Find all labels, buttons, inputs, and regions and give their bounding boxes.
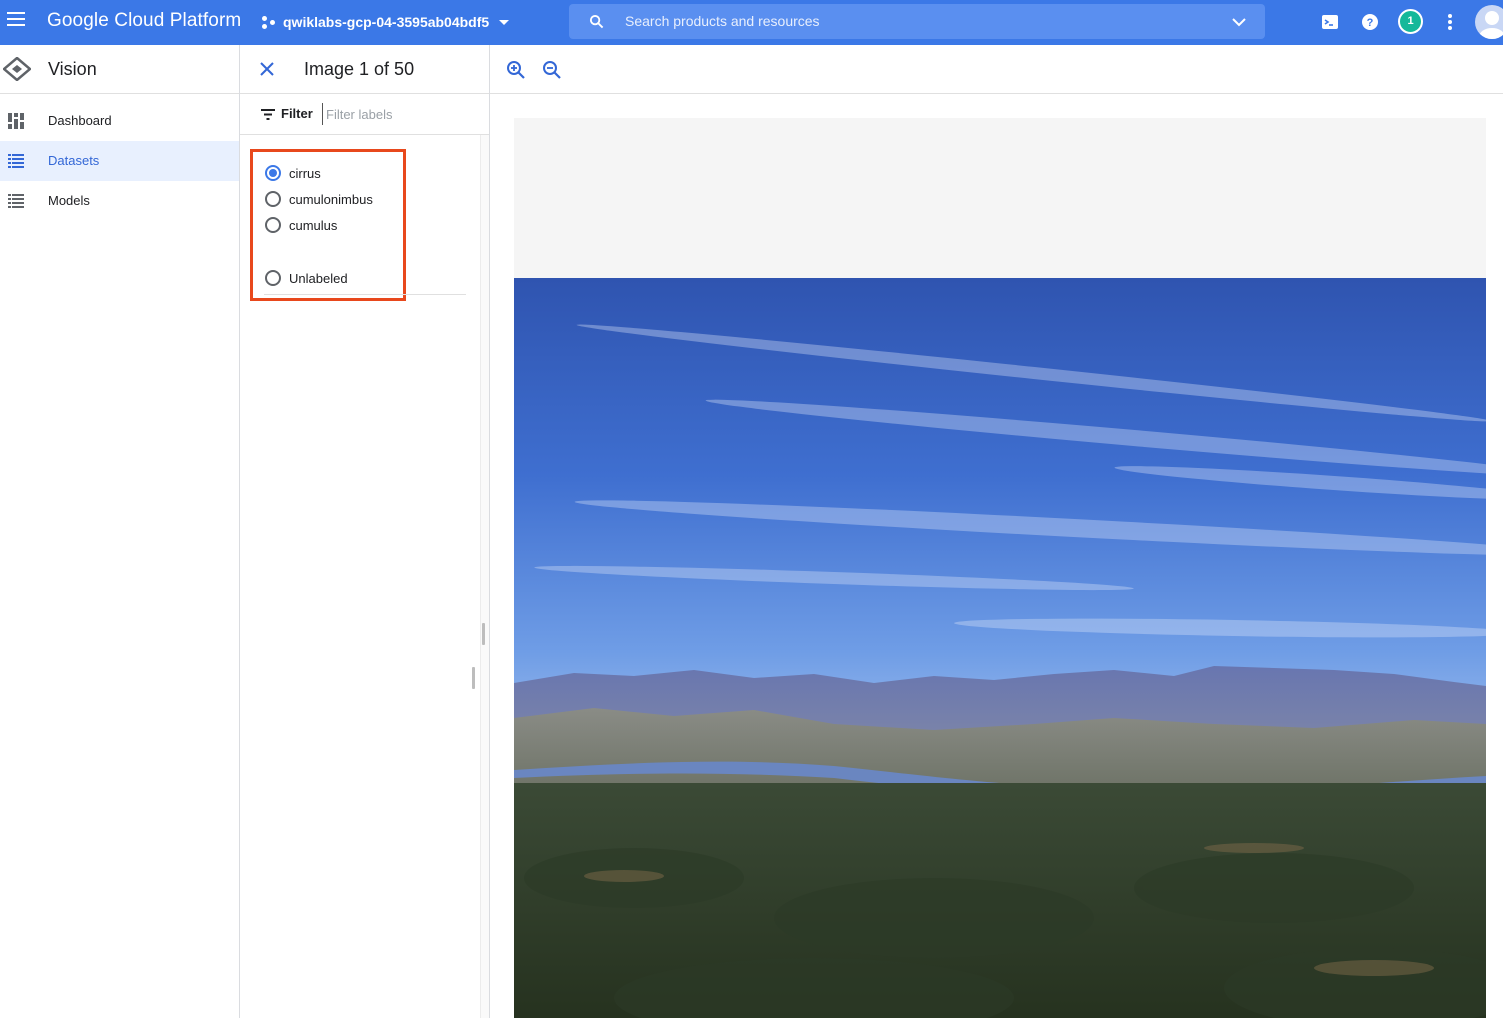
search-bar[interactable]: Search products and resources <box>569 4 1265 39</box>
label-option-text: cirrus <box>289 165 321 181</box>
landscape-photo <box>514 278 1486 1018</box>
notification-badge[interactable]: 1 <box>1398 9 1423 34</box>
close-icon[interactable] <box>258 60 276 78</box>
radio-button-checked[interactable] <box>265 165 281 181</box>
label-option-cumulus[interactable]: cumulus <box>265 215 337 235</box>
panel-drag-handle[interactable] <box>472 667 475 689</box>
product-title: Vision <box>48 59 97 79</box>
vision-logo-icon <box>3 57 31 81</box>
panel-scroll-strip <box>480 135 489 1018</box>
chevron-down-icon[interactable] <box>1231 14 1247 30</box>
dashboard-icon <box>8 113 24 129</box>
sidebar-item-dashboard[interactable]: Dashboard <box>0 101 239 141</box>
image-counter-title: Image 1 of 50 <box>304 59 415 79</box>
caret-down-icon <box>499 19 510 25</box>
project-icon <box>262 15 276 29</box>
product-header: Vision <box>0 45 239 94</box>
sidebar-item-label: Dashboard <box>48 113 112 128</box>
radio-button[interactable] <box>265 191 281 207</box>
brand-title[interactable]: Google Cloud Platform <box>47 10 241 32</box>
sidebar-item-datasets[interactable]: Datasets <box>0 141 239 181</box>
label-option-text: cumulonimbus <box>289 191 373 207</box>
panel-resize-handle[interactable] <box>482 623 485 645</box>
search-placeholder: Search products and resources <box>625 13 820 29</box>
zoom-in-icon[interactable] <box>506 60 526 80</box>
more-vert-icon[interactable] <box>1440 11 1460 33</box>
viewer-toolbar <box>490 45 1503 94</box>
filter-icon <box>261 109 275 120</box>
dataset-image[interactable] <box>514 278 1486 1018</box>
project-selector[interactable]: qwiklabs-gcp-04-3595ab04bdf5 <box>262 11 510 33</box>
filter-labels-input[interactable] <box>322 103 472 125</box>
image-label-panel: Image 1 of 50 Filter cirrus cumulonimbus… <box>240 45 490 1018</box>
radio-button[interactable] <box>265 217 281 233</box>
sidebar-item-label: Models <box>48 193 90 208</box>
list-icon <box>8 194 24 208</box>
svg-text:?: ? <box>1367 17 1374 29</box>
sidebar-item-label: Datasets <box>48 153 100 168</box>
label-option-cirrus[interactable]: cirrus <box>265 163 321 183</box>
menu-icon[interactable] <box>7 12 25 30</box>
radio-button[interactable] <box>265 270 281 286</box>
filter-label: Filter <box>281 106 313 121</box>
filter-bar: Filter <box>240 94 489 135</box>
divider <box>264 294 466 295</box>
label-option-cumulonimbus[interactable]: cumulonimbus <box>265 189 373 209</box>
cloud-shell-icon[interactable] <box>1320 11 1340 33</box>
label-option-text: cumulus <box>289 217 338 233</box>
zoom-out-icon[interactable] <box>542 60 562 80</box>
left-navigation: Vision Dashboard Datasets Models <box>0 45 240 1018</box>
panel-header: Image 1 of 50 <box>240 45 489 94</box>
search-icon <box>589 14 604 29</box>
project-name: qwiklabs-gcp-04-3595ab04bdf5 <box>283 14 490 30</box>
label-radio-group: cirrus cumulonimbus cumulus Unlabeled <box>250 149 406 301</box>
label-option-unlabeled[interactable]: Unlabeled <box>265 268 348 288</box>
sidebar-item-models[interactable]: Models <box>0 181 239 221</box>
list-icon <box>8 154 24 168</box>
avatar[interactable] <box>1475 5 1503 39</box>
label-option-text: Unlabeled <box>289 270 348 286</box>
help-icon[interactable]: ? <box>1360 11 1380 33</box>
account-icon <box>1479 11 1503 39</box>
top-app-bar: Google Cloud Platform qwiklabs-gcp-04-35… <box>0 0 1503 45</box>
